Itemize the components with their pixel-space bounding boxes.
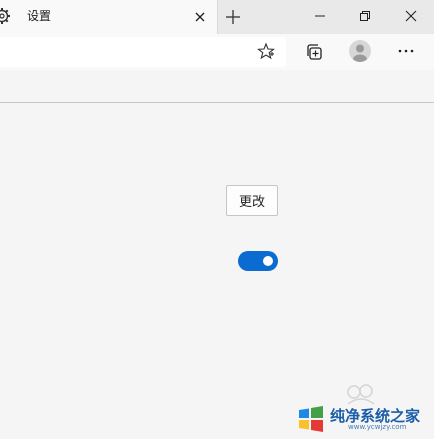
toggle-switch[interactable] — [238, 251, 278, 271]
tab-settings[interactable]: 设置 — [0, 0, 218, 34]
new-tab-icon[interactable] — [224, 8, 242, 26]
windows-logo-icon — [299, 406, 323, 432]
favorite-star-icon[interactable] — [257, 42, 275, 60]
close-window-icon[interactable] — [401, 6, 421, 26]
tab-title: 设置 — [27, 9, 52, 23]
minimize-icon[interactable] — [310, 6, 330, 26]
address-bar[interactable] — [0, 37, 286, 67]
restore-icon[interactable] — [355, 6, 375, 26]
watermark-url: www.ycwjzy.com — [348, 423, 407, 431]
tab-strip: 设置 — [0, 0, 434, 34]
change-button[interactable]: 更改 — [226, 185, 278, 216]
close-tab-icon[interactable] — [193, 10, 207, 24]
toggle-knob — [263, 256, 273, 266]
more-icon[interactable] — [396, 42, 416, 60]
settings-header-bar — [0, 70, 434, 103]
gear-icon — [0, 8, 10, 24]
collections-icon[interactable] — [306, 43, 324, 61]
watermark: 纯净系统之家 www.ycwjzy.com — [294, 403, 434, 439]
profile-avatar-icon[interactable] — [349, 40, 371, 62]
